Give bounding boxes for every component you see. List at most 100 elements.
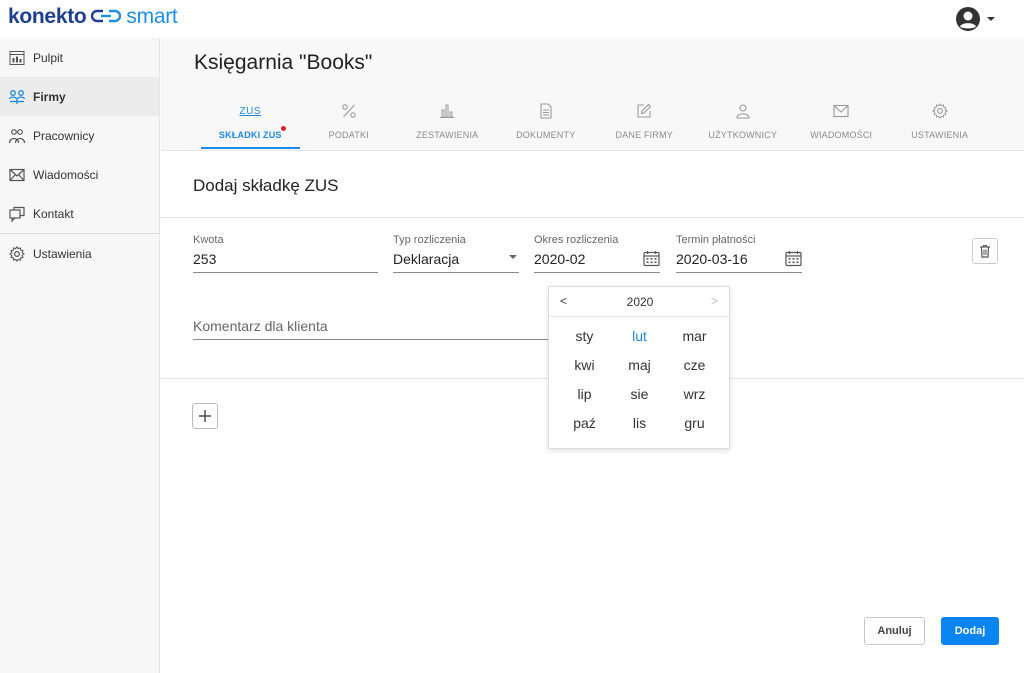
document-icon — [539, 100, 553, 122]
user-menu[interactable] — [955, 6, 997, 32]
month-option[interactable]: cze — [667, 356, 722, 375]
tab-zestawienia[interactable]: ZESTAWIENIA — [398, 100, 497, 149]
month-option[interactable]: mar — [667, 327, 722, 346]
companies-icon — [8, 88, 26, 106]
month-option[interactable]: kwi — [557, 356, 612, 375]
alert-dot — [281, 126, 286, 131]
sidebar-item-label: Pracownicy — [33, 128, 95, 143]
field-label: Typ rozliczenia — [393, 234, 466, 246]
tab-podatki[interactable]: PODATKI — [300, 100, 399, 149]
sidebar-item-ustawienia[interactable]: Ustawienia — [0, 234, 159, 273]
settlement-type-select[interactable]: Typ rozliczenia Deklaracja — [393, 234, 519, 273]
cancel-button[interactable]: Anuluj — [864, 617, 925, 645]
month-option[interactable]: gru — [667, 414, 722, 433]
bar-chart-icon — [439, 100, 455, 122]
comment-placeholder[interactable]: Komentarz dla klienta — [193, 318, 553, 334]
users-icon — [735, 100, 751, 122]
envelope-icon — [8, 166, 26, 184]
calendar-icon[interactable] — [643, 250, 660, 272]
sidebar-item-pulpit[interactable]: Pulpit — [0, 38, 159, 77]
field-label: Kwota — [193, 234, 224, 246]
sidebar-item-pracownicy[interactable]: Pracownicy — [0, 116, 159, 155]
page-title: Księgarnia "Books" — [194, 51, 373, 74]
sidebar: Pulpit Firmy Pracownicy Wiadomości Konta… — [0, 38, 160, 673]
field-underline — [193, 339, 553, 340]
month-option[interactable]: sie — [612, 385, 667, 404]
settlement-type-value[interactable]: Deklaracja — [393, 249, 519, 269]
tab-label: USTAWIENIA — [911, 130, 969, 140]
tab-label: UŻYTKOWNICY — [708, 130, 778, 140]
tab-bar: ZUS SKŁADKI ZUS PODATKI ZESTAWIENIA DOKU… — [201, 100, 989, 149]
field-underline — [676, 272, 802, 273]
chat-icon — [8, 205, 26, 223]
user-circle-icon — [956, 7, 980, 31]
comment-field[interactable]: Komentarz dla klienta — [193, 318, 553, 340]
tab-label: DANE FIRMY — [615, 130, 673, 140]
gear-icon — [931, 100, 948, 122]
tab-uzytkownicy[interactable]: UŻYTKOWNICY — [694, 100, 793, 149]
sidebar-item-label: Ustawienia — [33, 246, 92, 261]
month-option[interactable]: wrz — [667, 385, 722, 404]
divider — [161, 217, 1024, 218]
sidebar-item-kontakt[interactable]: Kontakt — [0, 194, 159, 233]
top-bar: konekto smart — [0, 0, 1024, 38]
field-label: Okres rozliczenia — [534, 234, 619, 246]
sidebar-item-label: Wiadomości — [33, 167, 99, 182]
form-title: Dodaj składkę ZUS — [193, 176, 339, 195]
next-year-button[interactable]: > — [711, 294, 718, 308]
add-row-button[interactable] — [192, 403, 218, 429]
dashboard-icon — [8, 49, 26, 67]
month-option[interactable]: paź — [557, 414, 612, 433]
percent-icon — [341, 100, 357, 122]
sidebar-item-label: Kontakt — [33, 206, 74, 221]
edit-icon — [636, 100, 652, 122]
tab-label: DOKUMENTY — [516, 130, 576, 140]
tab-skladki-zus[interactable]: ZUS SKŁADKI ZUS — [201, 100, 300, 149]
page-header: Księgarnia "Books" ZUS SKŁADKI ZUS PODAT… — [161, 38, 1024, 151]
settlement-period-input[interactable]: 2020-02 — [534, 249, 660, 269]
field-label: Termin płatności — [676, 234, 756, 246]
tab-wiadomosci[interactable]: WIADOMOŚCI — [792, 100, 891, 149]
amount-input[interactable]: 253 — [193, 249, 378, 269]
plus-icon — [199, 410, 211, 422]
sidebar-item-label: Pulpit — [33, 50, 64, 65]
sidebar-item-firmy[interactable]: Firmy — [0, 77, 159, 116]
field-underline — [393, 272, 519, 273]
payment-deadline-field[interactable]: Termin płatności 2020-03-16 — [676, 234, 802, 273]
main-content: Księgarnia "Books" ZUS SKŁADKI ZUS PODAT… — [161, 38, 1024, 673]
logo[interactable]: konekto smart — [8, 5, 178, 29]
gear-icon — [8, 245, 26, 263]
sidebar-item-wiadomosci[interactable]: Wiadomości — [0, 155, 159, 194]
month-picker: 2020 < > sty lut mar kwi maj cze lip sie… — [548, 286, 730, 449]
tab-dane-firmy[interactable]: DANE FIRMY — [595, 100, 694, 149]
caret-down-icon — [987, 17, 995, 21]
tab-dokumenty[interactable]: DOKUMENTY — [497, 100, 596, 149]
month-option[interactable]: maj — [612, 356, 667, 375]
link-logo-icon — [91, 5, 122, 29]
month-grid: sty lut mar kwi maj cze lip sie wrz paź … — [557, 327, 723, 433]
month-option[interactable]: lip — [557, 385, 612, 404]
delete-button[interactable] — [972, 238, 998, 264]
prev-year-button[interactable]: < — [560, 294, 567, 308]
tab-label: SKŁADKI ZUS — [218, 130, 282, 140]
month-option[interactable]: sty — [557, 327, 612, 346]
field-underline — [534, 272, 660, 273]
payment-deadline-input[interactable]: 2020-03-16 — [676, 249, 802, 269]
month-option[interactable]: lis — [612, 414, 667, 433]
tab-label: ZESTAWIENIA — [416, 130, 479, 140]
envelope-icon — [833, 100, 849, 122]
month-option-selected[interactable]: lut — [612, 327, 667, 346]
logo-text-secondary: smart — [126, 5, 178, 28]
picker-year: 2020 — [626, 295, 654, 309]
dropdown-arrow-icon — [509, 255, 517, 259]
tab-ustawienia[interactable]: USTAWIENIA — [891, 100, 990, 149]
sidebar-item-label: Firmy — [33, 89, 66, 104]
month-picker-header: 2020 < > — [549, 287, 729, 317]
trash-icon — [980, 244, 990, 258]
amount-field[interactable]: Kwota 253 — [193, 234, 378, 273]
settlement-period-field[interactable]: Okres rozliczenia 2020-02 — [534, 234, 660, 273]
submit-button[interactable]: Dodaj — [941, 617, 999, 645]
calendar-icon[interactable] — [785, 250, 802, 272]
tab-label: PODATKI — [328, 130, 369, 140]
field-underline — [193, 272, 378, 273]
